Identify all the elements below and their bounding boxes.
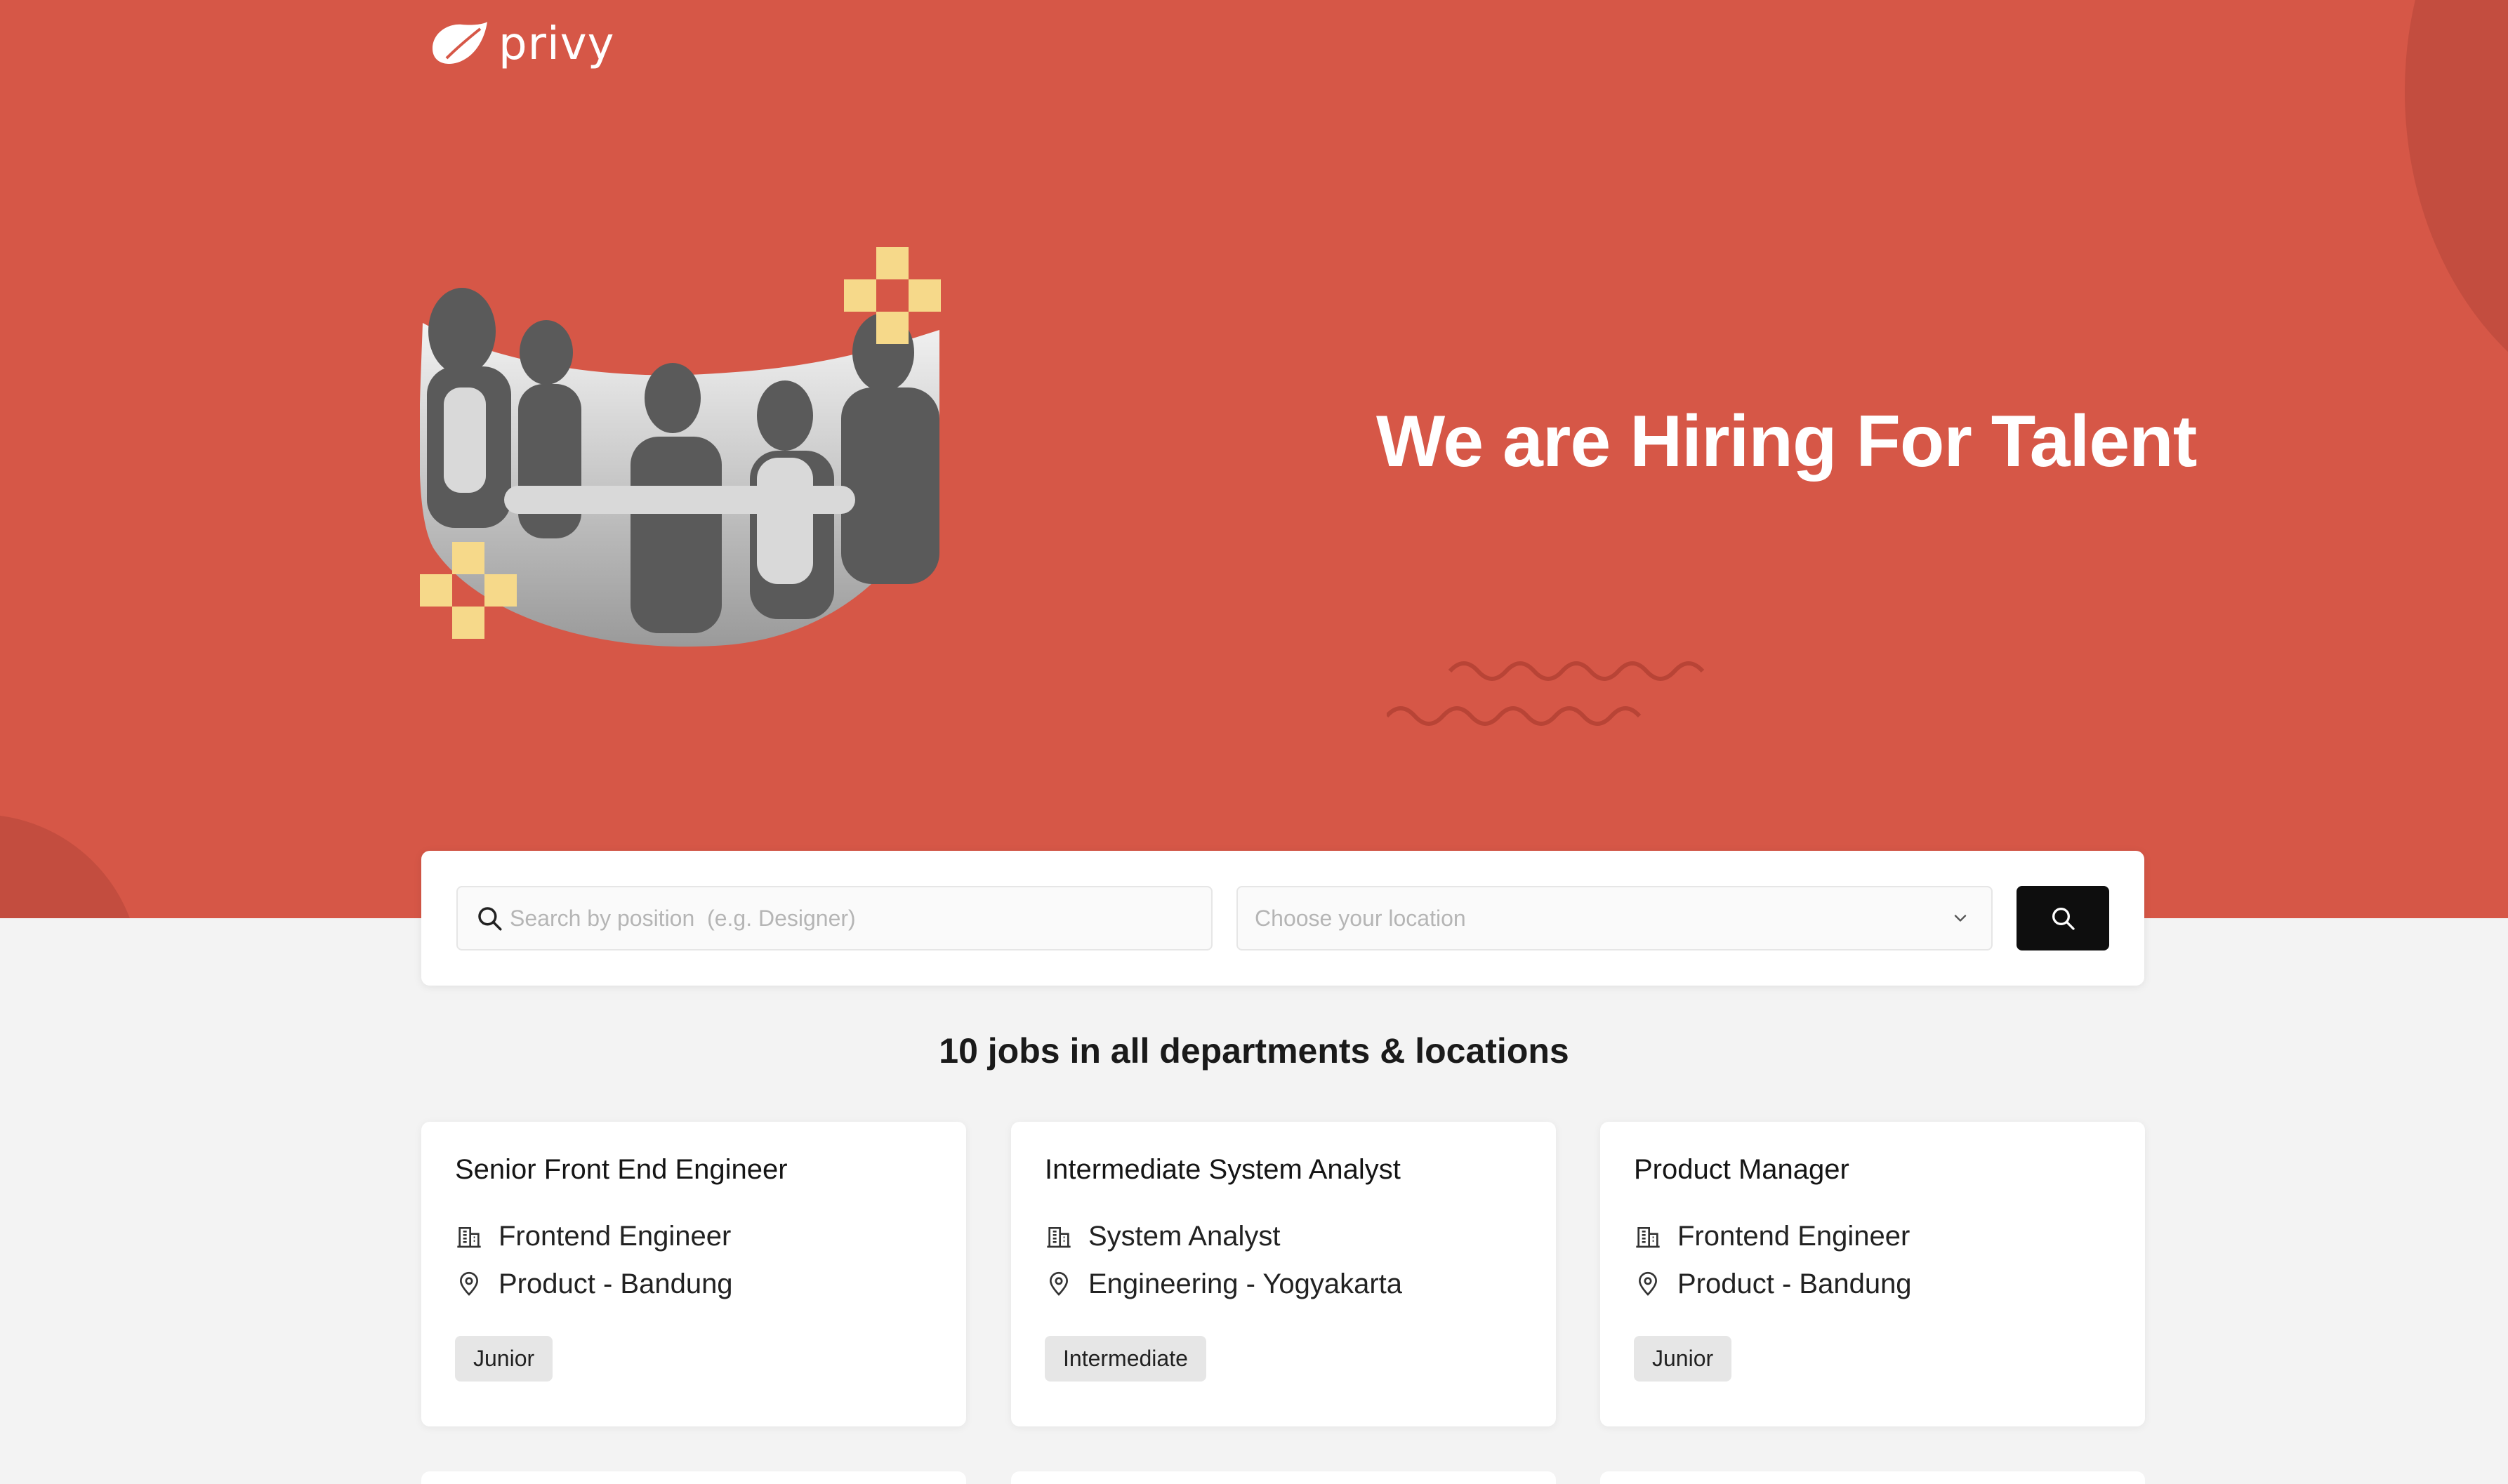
job-level-badge: Junior: [1634, 1336, 1732, 1382]
search-panel: Choose your location: [421, 851, 2144, 986]
location-select-placeholder: Choose your location: [1255, 905, 1466, 931]
job-card-partial[interactable]: [421, 1471, 966, 1484]
job-location: Engineering - Yogyakarta: [1045, 1260, 1522, 1308]
job-card-partial[interactable]: [1600, 1471, 2145, 1484]
privy-logo-icon: [433, 22, 487, 64]
decorative-circle: [0, 814, 140, 918]
search-icon: [2052, 908, 2075, 930]
job-title: Senior Front End Engineer: [455, 1154, 788, 1185]
job-location-text: Product - Bandung: [1677, 1268, 1912, 1299]
job-title: Product Manager: [1634, 1154, 1849, 1185]
job-card-partial[interactable]: [1011, 1471, 1556, 1484]
hero-title: We are Hiring For Talent: [1376, 401, 2197, 482]
logo-text: privy: [499, 18, 615, 70]
job-level-badge: Intermediate: [1045, 1336, 1206, 1382]
location-pin-icon: [459, 1271, 479, 1296]
job-location: Product - Bandung: [455, 1260, 932, 1308]
jobs-count-heading: 10 jobs in all departments & locations: [939, 1031, 1569, 1071]
location-pin-icon: [1638, 1271, 1658, 1296]
building-icon: [1047, 1227, 1071, 1248]
job-card[interactable]: Product Manager Frontend Engineer Produc…: [1600, 1122, 2145, 1426]
position-search-field[interactable]: [456, 886, 1213, 950]
team-photo: [420, 247, 946, 647]
job-role-text: Frontend Engineer: [1677, 1220, 1910, 1252]
chevron-down-icon: [1954, 915, 1967, 922]
job-location: Product - Bandung: [1634, 1260, 2111, 1308]
job-title: Intermediate System Analyst: [1045, 1154, 1401, 1185]
hero-banner: privy We are Hiring For Talent: [0, 0, 2508, 918]
search-button[interactable]: [2017, 886, 2109, 950]
decorative-waves: [1387, 661, 1705, 726]
position-search-input[interactable]: [510, 905, 1198, 932]
job-card[interactable]: Intermediate System Analyst System Analy…: [1011, 1122, 1556, 1426]
search-icon: [478, 907, 502, 931]
job-card[interactable]: Senior Front End Engineer Frontend Engin…: [421, 1122, 966, 1426]
decorative-circle: [2405, 0, 2508, 421]
job-role-text: System Analyst: [1088, 1220, 1281, 1252]
job-role: Frontend Engineer: [455, 1212, 932, 1260]
privy-logo[interactable]: privy: [425, 18, 614, 70]
building-icon: [457, 1227, 481, 1248]
job-location-text: Product - Bandung: [499, 1268, 733, 1299]
job-role-text: Frontend Engineer: [499, 1220, 732, 1252]
building-icon: [1636, 1227, 1660, 1248]
location-pin-icon: [1049, 1271, 1069, 1296]
job-role: Frontend Engineer: [1634, 1212, 2111, 1260]
job-role: System Analyst: [1045, 1212, 1522, 1260]
job-location-text: Engineering - Yogyakarta: [1088, 1268, 1402, 1299]
job-level-badge: Junior: [455, 1336, 553, 1382]
location-select[interactable]: Choose your location: [1236, 886, 1993, 950]
